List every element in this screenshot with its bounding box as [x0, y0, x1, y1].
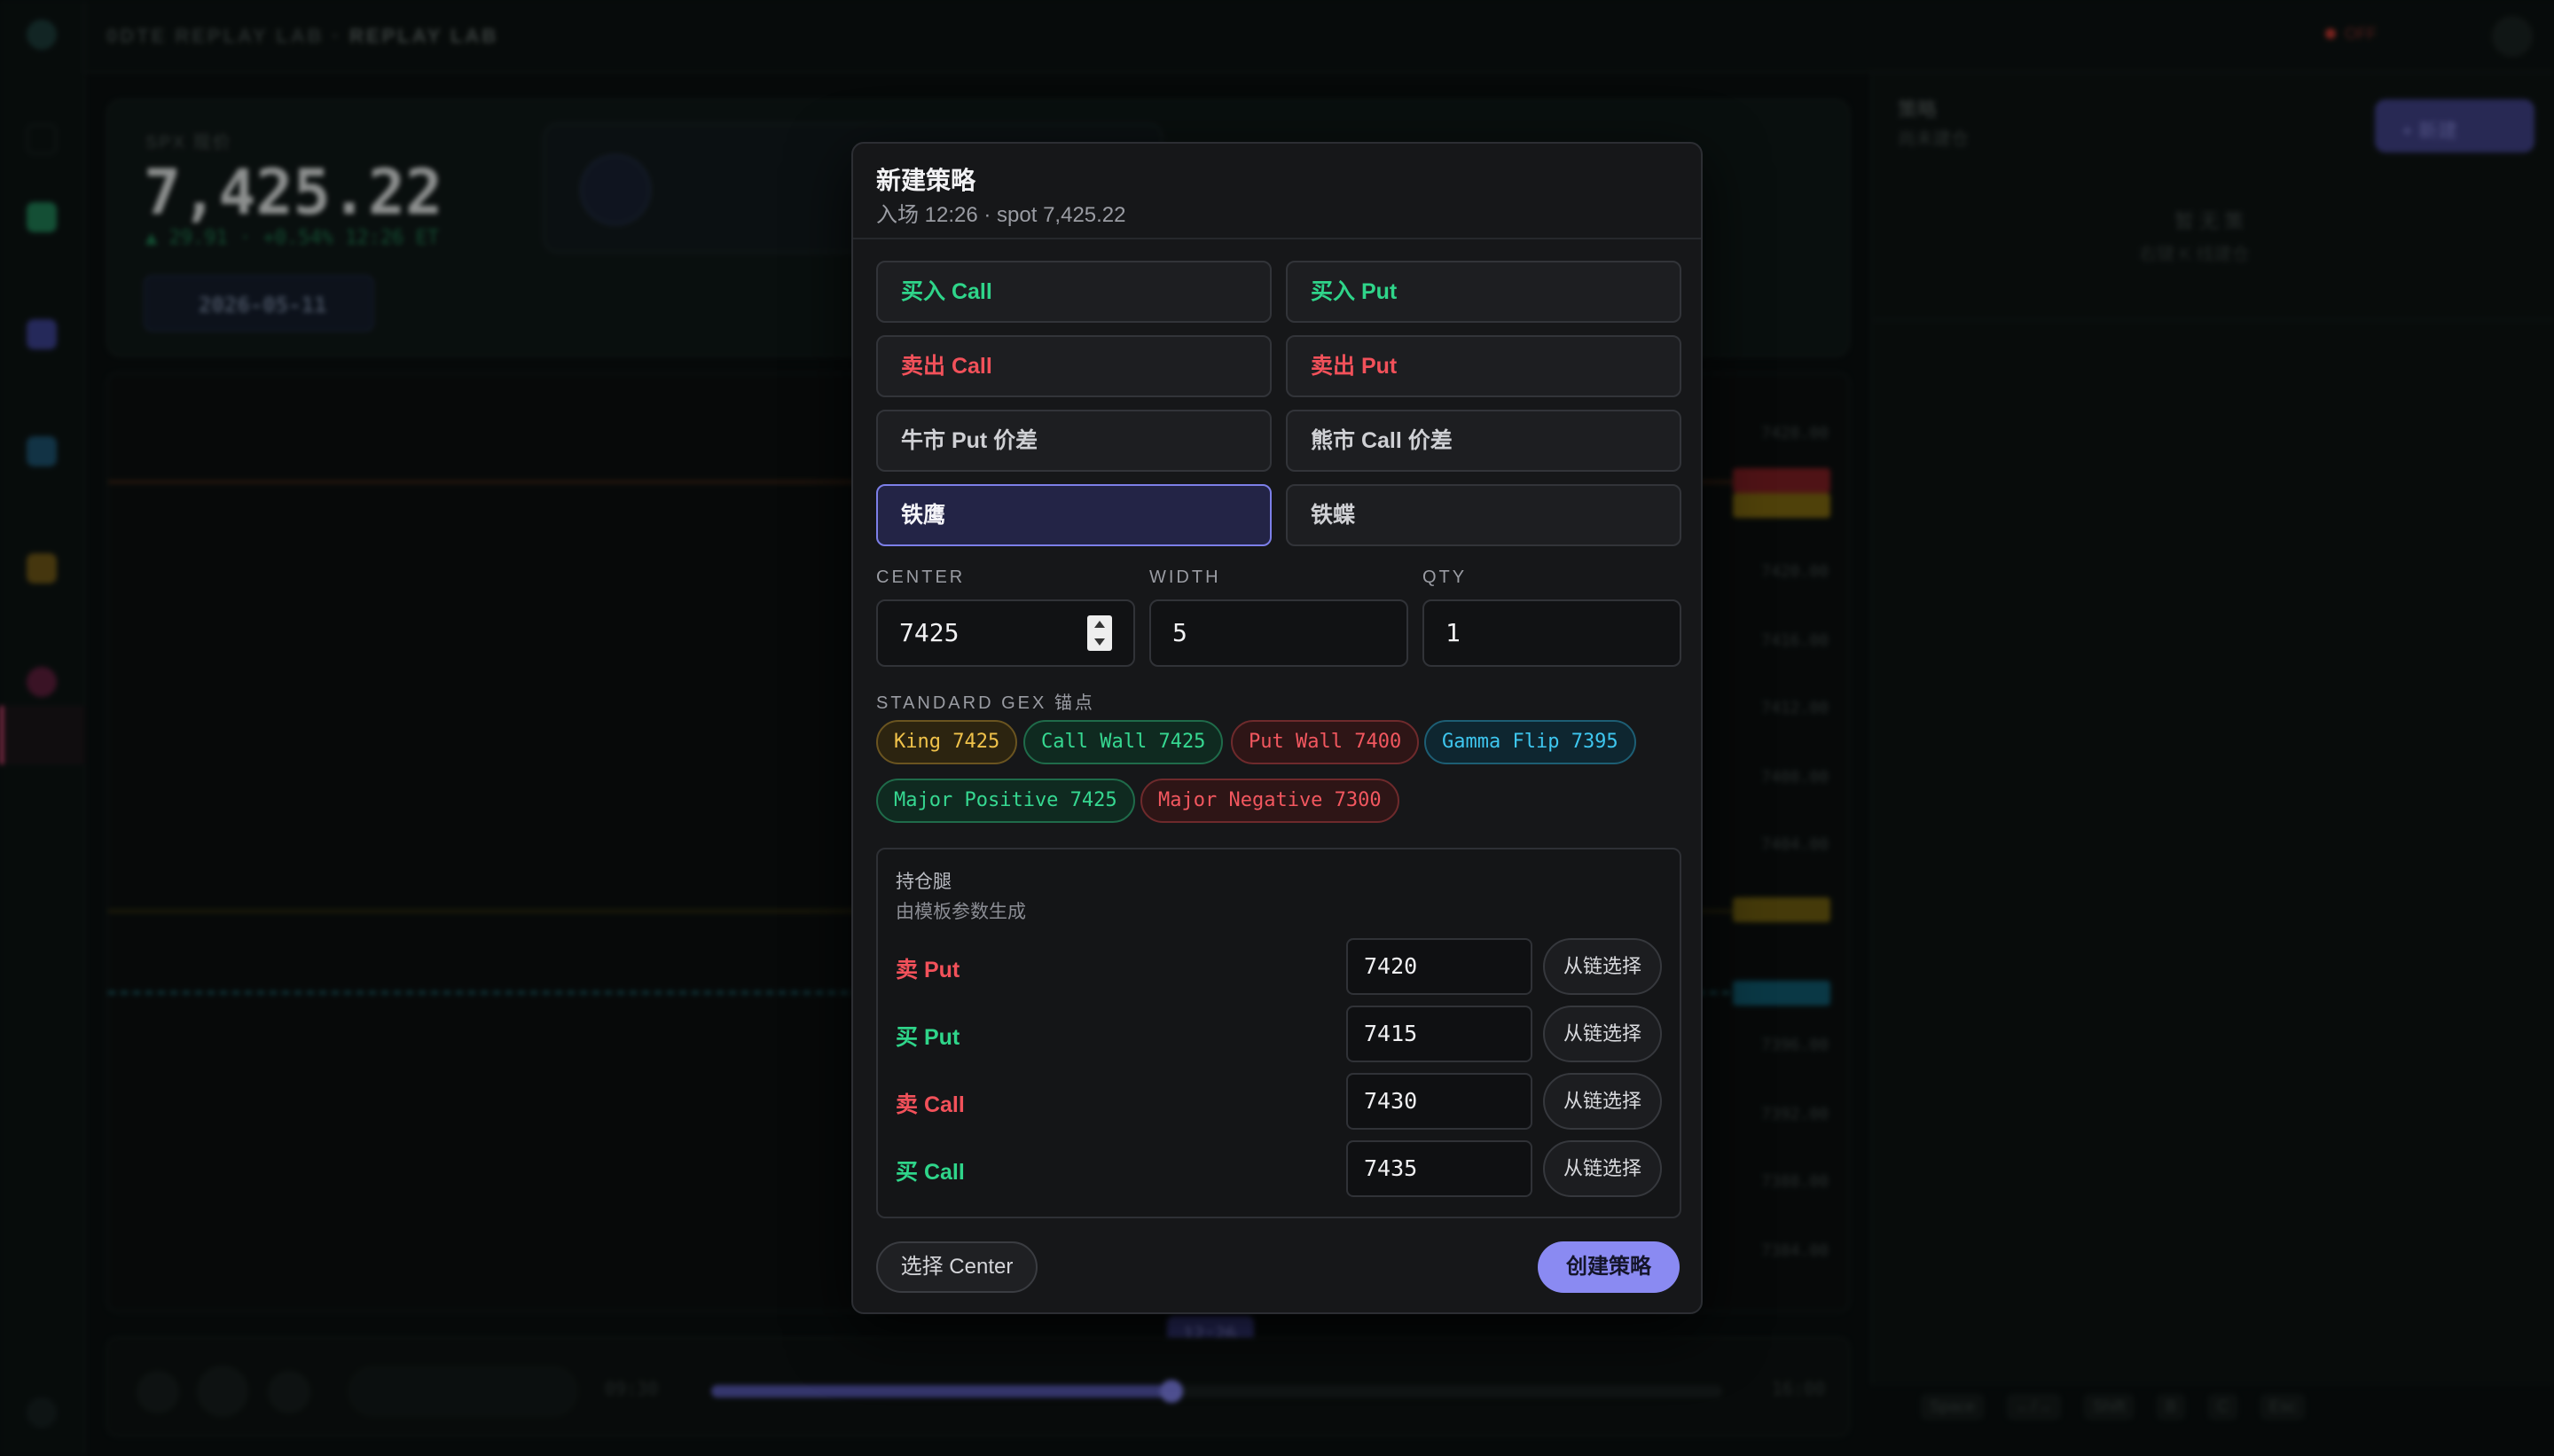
pick-from-chain-button[interactable]: 从链选择: [1543, 1073, 1662, 1130]
width-input[interactable]: 5: [1149, 599, 1408, 667]
leg-strike-input[interactable]: 7435: [1346, 1140, 1532, 1197]
strategy-short-put[interactable]: 卖出 Put: [1286, 335, 1681, 397]
strategy-iron-condor[interactable]: 铁鹰: [876, 484, 1272, 546]
number-stepper[interactable]: [1087, 615, 1112, 651]
strategy-bear-call-spread[interactable]: 熊市 Call 价差: [1286, 410, 1681, 472]
strategy-short-call[interactable]: 卖出 Call: [876, 335, 1272, 397]
width-value: 5: [1172, 618, 1187, 647]
gex-chip-put-wall[interactable]: Put Wall 7400: [1231, 720, 1420, 764]
leg-name: 买 Put: [896, 1025, 960, 1050]
gex-anchors-label: STANDARD GEX 锚点: [876, 693, 1095, 713]
gex-chip-major-positive[interactable]: Major Positive 7425: [876, 779, 1135, 823]
width-label: WIDTH: [1149, 568, 1221, 587]
center-value: 7425: [899, 618, 960, 647]
leg-strike-input[interactable]: 7420: [1346, 938, 1532, 995]
legs-panel: 持仓腿 由模板参数生成 卖 Put 7420 从链选择 买 Put 7415 从…: [876, 848, 1681, 1218]
leg-name: 卖 Call: [896, 1092, 965, 1117]
leg-strike-input[interactable]: 7430: [1346, 1073, 1532, 1130]
leg-name: 卖 Put: [896, 958, 960, 982]
legs-subtitle: 由模板参数生成: [896, 902, 1026, 922]
leg-strike-input[interactable]: 7415: [1346, 1006, 1532, 1062]
pick-from-chain-button[interactable]: 从链选择: [1543, 938, 1662, 995]
center-label: CENTER: [876, 568, 966, 587]
strategy-long-put[interactable]: 买入 Put: [1286, 261, 1681, 323]
new-strategy-dialog: 新建策略 入场 12:26 · spot 7,425.22 买入 Call 买入…: [851, 142, 1703, 1314]
select-center-button[interactable]: 选择 Center: [876, 1241, 1038, 1293]
strategy-long-call[interactable]: 买入 Call: [876, 261, 1272, 323]
strategy-bull-put-spread[interactable]: 牛市 Put 价差: [876, 410, 1272, 472]
dialog-subtitle: 入场 12:26 · spot 7,425.22: [876, 203, 1126, 227]
create-strategy-button[interactable]: 创建策略: [1538, 1241, 1680, 1293]
dialog-title: 新建策略: [876, 167, 976, 194]
qty-value: 1: [1445, 618, 1461, 647]
legs-title: 持仓腿: [896, 872, 952, 892]
dialog-header: 新建策略 入场 12:26 · spot 7,425.22: [853, 144, 1701, 239]
pick-from-chain-button[interactable]: 从链选择: [1543, 1140, 1662, 1197]
qty-input[interactable]: 1: [1422, 599, 1681, 667]
pick-from-chain-button[interactable]: 从链选择: [1543, 1006, 1662, 1062]
qty-label: QTY: [1422, 568, 1468, 587]
gex-chip-call-wall[interactable]: Call Wall 7425: [1023, 720, 1224, 764]
gex-chip-king[interactable]: King 7425: [876, 720, 1018, 764]
gex-chip-major-negative[interactable]: Major Negative 7300: [1140, 779, 1399, 823]
strategy-iron-butterfly[interactable]: 铁蝶: [1286, 484, 1681, 546]
center-input[interactable]: 7425: [876, 599, 1135, 667]
gex-chip-gamma-flip[interactable]: Gamma Flip 7395: [1424, 720, 1636, 764]
leg-name: 买 Call: [896, 1160, 965, 1185]
